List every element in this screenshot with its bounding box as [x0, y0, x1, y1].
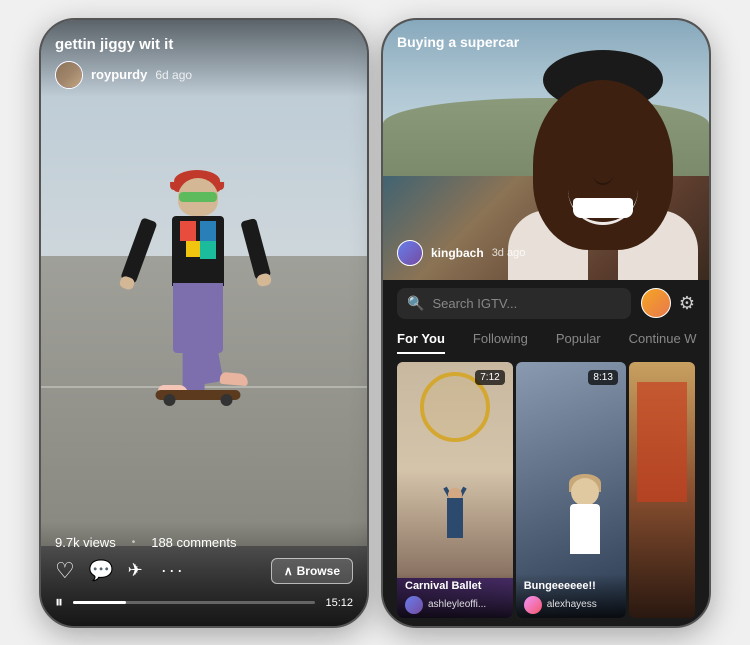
grid-user-2: alexhayess [524, 596, 618, 614]
duration: 15:12 [325, 597, 353, 609]
thumb2-person [550, 478, 620, 578]
pause-icon[interactable]: ⏸ [55, 594, 63, 612]
video-container: gettin jiggy wit it roypurdy 6d ago 9.7k… [41, 20, 367, 626]
grid-title-2: Bungeeeeee!! [524, 580, 618, 592]
comment-icon[interactable]: 💬 [89, 558, 114, 583]
dancer-figure [430, 488, 480, 568]
igtv-time-ago: 3d ago [492, 247, 526, 259]
jacket-patch [200, 241, 216, 259]
grid-thumb-3 [629, 362, 695, 618]
share-icon[interactable]: ✈ [128, 560, 143, 581]
grid-thumb-1: 7:12 Carnival Ballet ashleyleoffi... [397, 362, 513, 618]
grid-username-2: alexhayess [547, 599, 597, 610]
more-options[interactable]: ··· [161, 560, 185, 581]
browse-button[interactable]: ∧ Browse [271, 558, 353, 584]
thumb2-head [571, 478, 599, 506]
browse-label: Browse [297, 564, 340, 578]
grid-avatar-2 [524, 596, 542, 614]
comments-count: 188 comments [151, 535, 236, 550]
jacket-patch [180, 221, 196, 241]
face-skin [533, 80, 673, 250]
face-teeth [573, 198, 633, 218]
carousel-scene [397, 362, 513, 578]
igtv-container: Buying a supercar kingbach 3d ago 🔍 Sear… [383, 20, 709, 626]
like-icon[interactable]: ♡ [55, 558, 75, 584]
tab-popular[interactable]: Popular [542, 323, 615, 354]
skateboard [156, 390, 241, 400]
wheel [221, 394, 233, 406]
duration-badge-1: 7:12 [475, 370, 504, 385]
user-row: roypurdy 6d ago [55, 61, 353, 89]
sunglasses [179, 192, 217, 202]
jacket-patch [200, 221, 216, 241]
tab-for-you[interactable]: For You [397, 323, 459, 354]
igtv-user-row: kingbach 3d ago [397, 240, 525, 266]
grid-item-1[interactable]: 7:12 Carnival Ballet ashleyleoffi... [397, 362, 513, 618]
username: roypurdy [91, 67, 147, 82]
igtv-video-title: Buying a supercar [397, 34, 519, 50]
progress-fill [73, 601, 126, 604]
wheel [164, 394, 176, 406]
search-bar[interactable]: 🔍 Search IGTV... [397, 288, 631, 319]
grid-avatar-1 [405, 596, 423, 614]
grid-label-2: Bungeeeeee!! alexhayess [516, 574, 626, 618]
video-scene [41, 20, 367, 546]
skater-figure [138, 178, 258, 398]
progress-bar[interactable] [73, 601, 315, 604]
stats-row: 9.7k views • 188 comments [55, 495, 353, 550]
search-placeholder: Search IGTV... [432, 296, 620, 311]
thumb2-body [570, 504, 600, 554]
grid-label-1: Carnival Ballet ashleyleoffi... [397, 574, 513, 618]
grid-user-1: ashleyleoffi... [405, 596, 505, 614]
igtv-main-video: Buying a supercar kingbach 3d ago [383, 20, 709, 280]
chevron-up-icon: ∧ [284, 564, 293, 578]
settings-icon[interactable]: ⚙ [679, 293, 695, 314]
shoe-right [220, 372, 249, 386]
search-row: 🔍 Search IGTV... ⚙ [383, 280, 709, 319]
grid-title-1: Carnival Ballet [405, 580, 505, 592]
grid-username-1: ashleyleoffi... [428, 599, 486, 610]
left-phone: gettin jiggy wit it roypurdy 6d ago 9.7k… [39, 18, 369, 628]
grid-item-2[interactable]: 8:13 Bungeeeeee!! alexhayess [516, 362, 626, 618]
igtv-grid: 7:12 Carnival Ballet ashleyleoffi... [383, 354, 709, 626]
progress-row: ⏸ 15:12 [55, 594, 353, 612]
right-phone: Buying a supercar kingbach 3d ago 🔍 Sear… [381, 18, 711, 628]
views-count: 9.7k views [55, 535, 116, 550]
torso [172, 216, 224, 286]
thumb3-structure [637, 382, 687, 502]
duration-badge-2: 8:13 [588, 370, 617, 385]
separator: • [132, 537, 136, 548]
grid-thumb-2: 8:13 Bungeeeeee!! alexhayess [516, 362, 626, 618]
tab-following[interactable]: Following [459, 323, 542, 354]
dancer-body [447, 498, 463, 538]
search-icon: 🔍 [407, 295, 424, 312]
avatar-image [56, 62, 82, 88]
video-top-overlay: gettin jiggy wit it roypurdy 6d ago [41, 20, 367, 97]
face-nose [593, 165, 613, 185]
igtv-tabs: For You Following Popular Continue W [383, 319, 709, 354]
time-ago: 6d ago [155, 68, 192, 82]
avatar [55, 61, 83, 89]
igtv-username: kingbach [431, 246, 484, 260]
profile-avatar[interactable] [641, 288, 671, 318]
actions-row: ♡ 💬 ✈ ··· ∧ Browse [55, 558, 353, 584]
face-big [508, 50, 698, 280]
head [178, 178, 218, 216]
grid-item-3[interactable] [629, 362, 695, 618]
igtv-avatar [397, 240, 423, 266]
jacket-patch [186, 241, 200, 257]
tab-continue[interactable]: Continue W [615, 323, 709, 354]
video-title: gettin jiggy wit it [55, 36, 353, 53]
video-bottom-overlay: 9.7k views • 188 comments ♡ 💬 ✈ ··· ∧ Br… [41, 495, 367, 626]
